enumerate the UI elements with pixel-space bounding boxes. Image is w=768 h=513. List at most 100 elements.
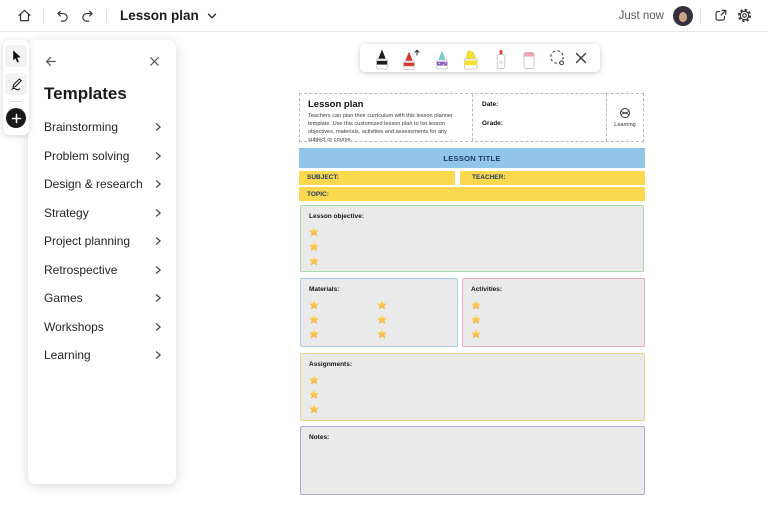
learning-badge-label: Learning — [614, 122, 636, 128]
red-pen-button[interactable] — [399, 47, 424, 72]
undo-button[interactable] — [51, 4, 75, 28]
star-bullet[interactable] — [309, 389, 319, 399]
board-title[interactable]: Lesson plan — [120, 8, 199, 23]
chevron-right-icon — [153, 293, 163, 303]
topbar-divider — [700, 8, 701, 23]
teacher-field[interactable]: TEACHER: — [460, 170, 645, 185]
star-bullet[interactable] — [377, 314, 387, 324]
star-bullet[interactable] — [309, 375, 319, 385]
star-bullet[interactable] — [471, 300, 481, 310]
star-bullet[interactable] — [309, 256, 319, 266]
home-button[interactable] — [12, 4, 36, 28]
template-category-label: Workshops — [44, 319, 104, 334]
header-badge-cell: Learning — [607, 94, 643, 141]
grade-label: Grade: — [482, 120, 503, 127]
subject-label: SUBJECT: — [307, 174, 339, 181]
lesson-title-bar[interactable]: LESSON TITLE — [299, 148, 645, 168]
back-button[interactable] — [41, 52, 59, 70]
objective-stars — [309, 227, 635, 266]
teacher-label: TEACHER: — [472, 174, 506, 181]
lesson-plan-header-card[interactable]: Lesson plan Teachers can plan their curr… — [299, 93, 644, 144]
header-description-cell: Lesson plan Teachers can plan their curr… — [300, 94, 473, 144]
activities-label: Activities: — [471, 286, 503, 293]
template-category-label: Design & research — [44, 177, 143, 192]
redo-icon — [78, 7, 96, 25]
template-description: Teachers can plan their curriculum with … — [308, 113, 453, 144]
rainbow-pen-icon — [431, 47, 453, 72]
star-bullet[interactable] — [309, 241, 319, 251]
lasso-select-icon — [547, 48, 567, 68]
pen-toolbar — [360, 44, 600, 72]
star-bullet[interactable] — [309, 300, 319, 310]
topbar: Lesson plan Just now — [0, 0, 768, 32]
star-bullet[interactable] — [309, 404, 319, 414]
star-bullet[interactable] — [471, 314, 481, 324]
template-category-label: Games — [44, 291, 83, 306]
topbar-divider — [43, 8, 44, 23]
template-category-design-research[interactable]: Design & research — [28, 170, 176, 199]
close-icon — [148, 55, 161, 68]
gear-icon — [736, 7, 753, 24]
lasso-select-button[interactable] — [547, 44, 567, 72]
template-category-label: Problem solving — [44, 148, 130, 163]
templates-panel-title: Templates — [44, 84, 127, 103]
template-title: Lesson plan — [308, 99, 364, 110]
laser-pointer-button[interactable] — [490, 47, 512, 72]
template-category-label: Strategy — [44, 205, 89, 220]
topic-field[interactable]: TOPIC: — [299, 187, 645, 201]
share-icon — [712, 7, 729, 24]
redo-button[interactable] — [75, 4, 99, 28]
eraser-button[interactable] — [518, 47, 540, 72]
plus-icon — [11, 113, 22, 124]
close-panel-button[interactable] — [145, 52, 163, 70]
red-pen-icon — [399, 47, 424, 72]
star-bullet[interactable] — [377, 300, 387, 310]
star-bullet[interactable] — [471, 329, 481, 339]
highlighter-button[interactable] — [459, 47, 483, 72]
star-bullet[interactable] — [377, 329, 387, 339]
avatar[interactable] — [673, 5, 693, 26]
template-category-games[interactable]: Games — [28, 284, 176, 313]
star-bullet[interactable] — [309, 329, 319, 339]
materials-box[interactable]: Materials: — [300, 278, 458, 347]
chevron-right-icon — [153, 322, 163, 332]
board-title-dropdown[interactable] — [203, 4, 221, 28]
assignments-box[interactable]: Assignments: — [300, 353, 645, 421]
template-category-learning[interactable]: Learning — [28, 341, 176, 370]
save-status: Just now — [618, 9, 664, 22]
templates-panel-header — [28, 40, 176, 70]
settings-button[interactable] — [732, 4, 756, 28]
lesson-title-label: LESSON TITLE — [443, 153, 501, 163]
lesson-objective-box[interactable]: Lesson objective: — [300, 205, 644, 272]
templates-list: Brainstorming Problem solving Design & r… — [28, 113, 176, 370]
template-category-brainstorming[interactable]: Brainstorming — [28, 113, 176, 142]
assignments-label: Assignments: — [309, 361, 352, 368]
star-bullet[interactable] — [309, 227, 319, 237]
chevron-right-icon — [153, 179, 163, 189]
insert-button[interactable] — [6, 108, 26, 128]
undo-icon — [54, 7, 72, 25]
close-pen-toolbar-button[interactable] — [573, 44, 589, 72]
learning-badge-icon — [619, 107, 631, 119]
template-category-strategy[interactable]: Strategy — [28, 199, 176, 228]
activities-stars — [471, 300, 636, 339]
rainbow-pen-button[interactable] — [431, 47, 453, 72]
activities-box[interactable]: Activities: — [462, 278, 645, 347]
select-tool-button[interactable] — [5, 45, 27, 67]
subject-field[interactable]: SUBJECT: — [299, 170, 455, 185]
header-date-grade-cell: Date: Grade: — [473, 94, 607, 141]
template-category-problem-solving[interactable]: Problem solving — [28, 142, 176, 171]
template-category-workshops[interactable]: Workshops — [28, 313, 176, 342]
home-icon — [16, 7, 33, 24]
black-pen-button[interactable] — [371, 47, 393, 72]
template-category-label: Retrospective — [44, 262, 118, 277]
notes-box[interactable]: Notes: — [300, 426, 645, 495]
template-category-project-planning[interactable]: Project planning — [28, 227, 176, 256]
ink-tool-button[interactable] — [5, 73, 27, 95]
share-button[interactable] — [708, 4, 732, 28]
chevron-right-icon — [153, 208, 163, 218]
template-category-retrospective[interactable]: Retrospective — [28, 256, 176, 285]
assignments-stars — [309, 375, 636, 414]
cursor-icon — [9, 48, 24, 64]
star-bullet[interactable] — [309, 314, 319, 324]
